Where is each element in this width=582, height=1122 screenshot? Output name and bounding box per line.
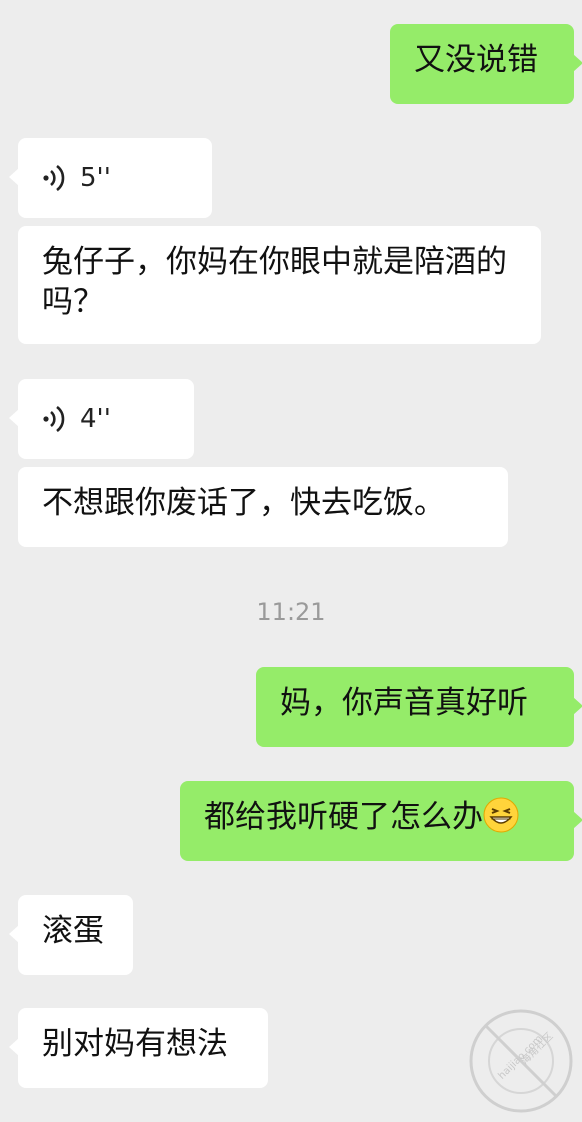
message-text: 妈，你声音真好听: [280, 685, 528, 721]
received-message-bubble[interactable]: 兔仔子，你妈在你眼中就是陪酒的吗？: [18, 226, 541, 344]
voice-message-bubble[interactable]: 5'': [9, 138, 212, 218]
voice-duration: 5'': [80, 163, 111, 193]
message-text: 兔仔子，你妈在你眼中就是陪酒的吗？: [42, 244, 507, 320]
sent-message-bubble[interactable]: 都给我听硬了怎么办: [180, 781, 582, 861]
received-message-bubble[interactable]: 别对妈有想法: [9, 1008, 268, 1088]
message-text: 滚蛋: [42, 913, 104, 949]
voice-wave-icon: [43, 405, 65, 433]
sent-message-bubble[interactable]: 又没说错: [390, 24, 582, 104]
grinning-squint-emoji-icon: [483, 797, 519, 833]
received-message-bubble[interactable]: 不想跟你废话了，快去吃饭。: [18, 467, 508, 547]
voice-wave-icon: [43, 164, 65, 192]
voice-duration: 4'': [80, 404, 111, 434]
message-text: 又没说错: [414, 42, 538, 78]
message-text: 不想跟你废话了，快去吃饭。: [42, 485, 445, 521]
message-text: 别对妈有想法: [42, 1026, 228, 1062]
sent-message-bubble[interactable]: 妈，你声音真好听: [256, 667, 582, 747]
message-text: 都给我听硬了怎么办: [204, 799, 483, 835]
received-message-bubble[interactable]: 滚蛋: [9, 895, 133, 975]
message-timestamp: 11:21: [256, 598, 326, 626]
voice-message-bubble[interactable]: 4'': [9, 379, 194, 459]
